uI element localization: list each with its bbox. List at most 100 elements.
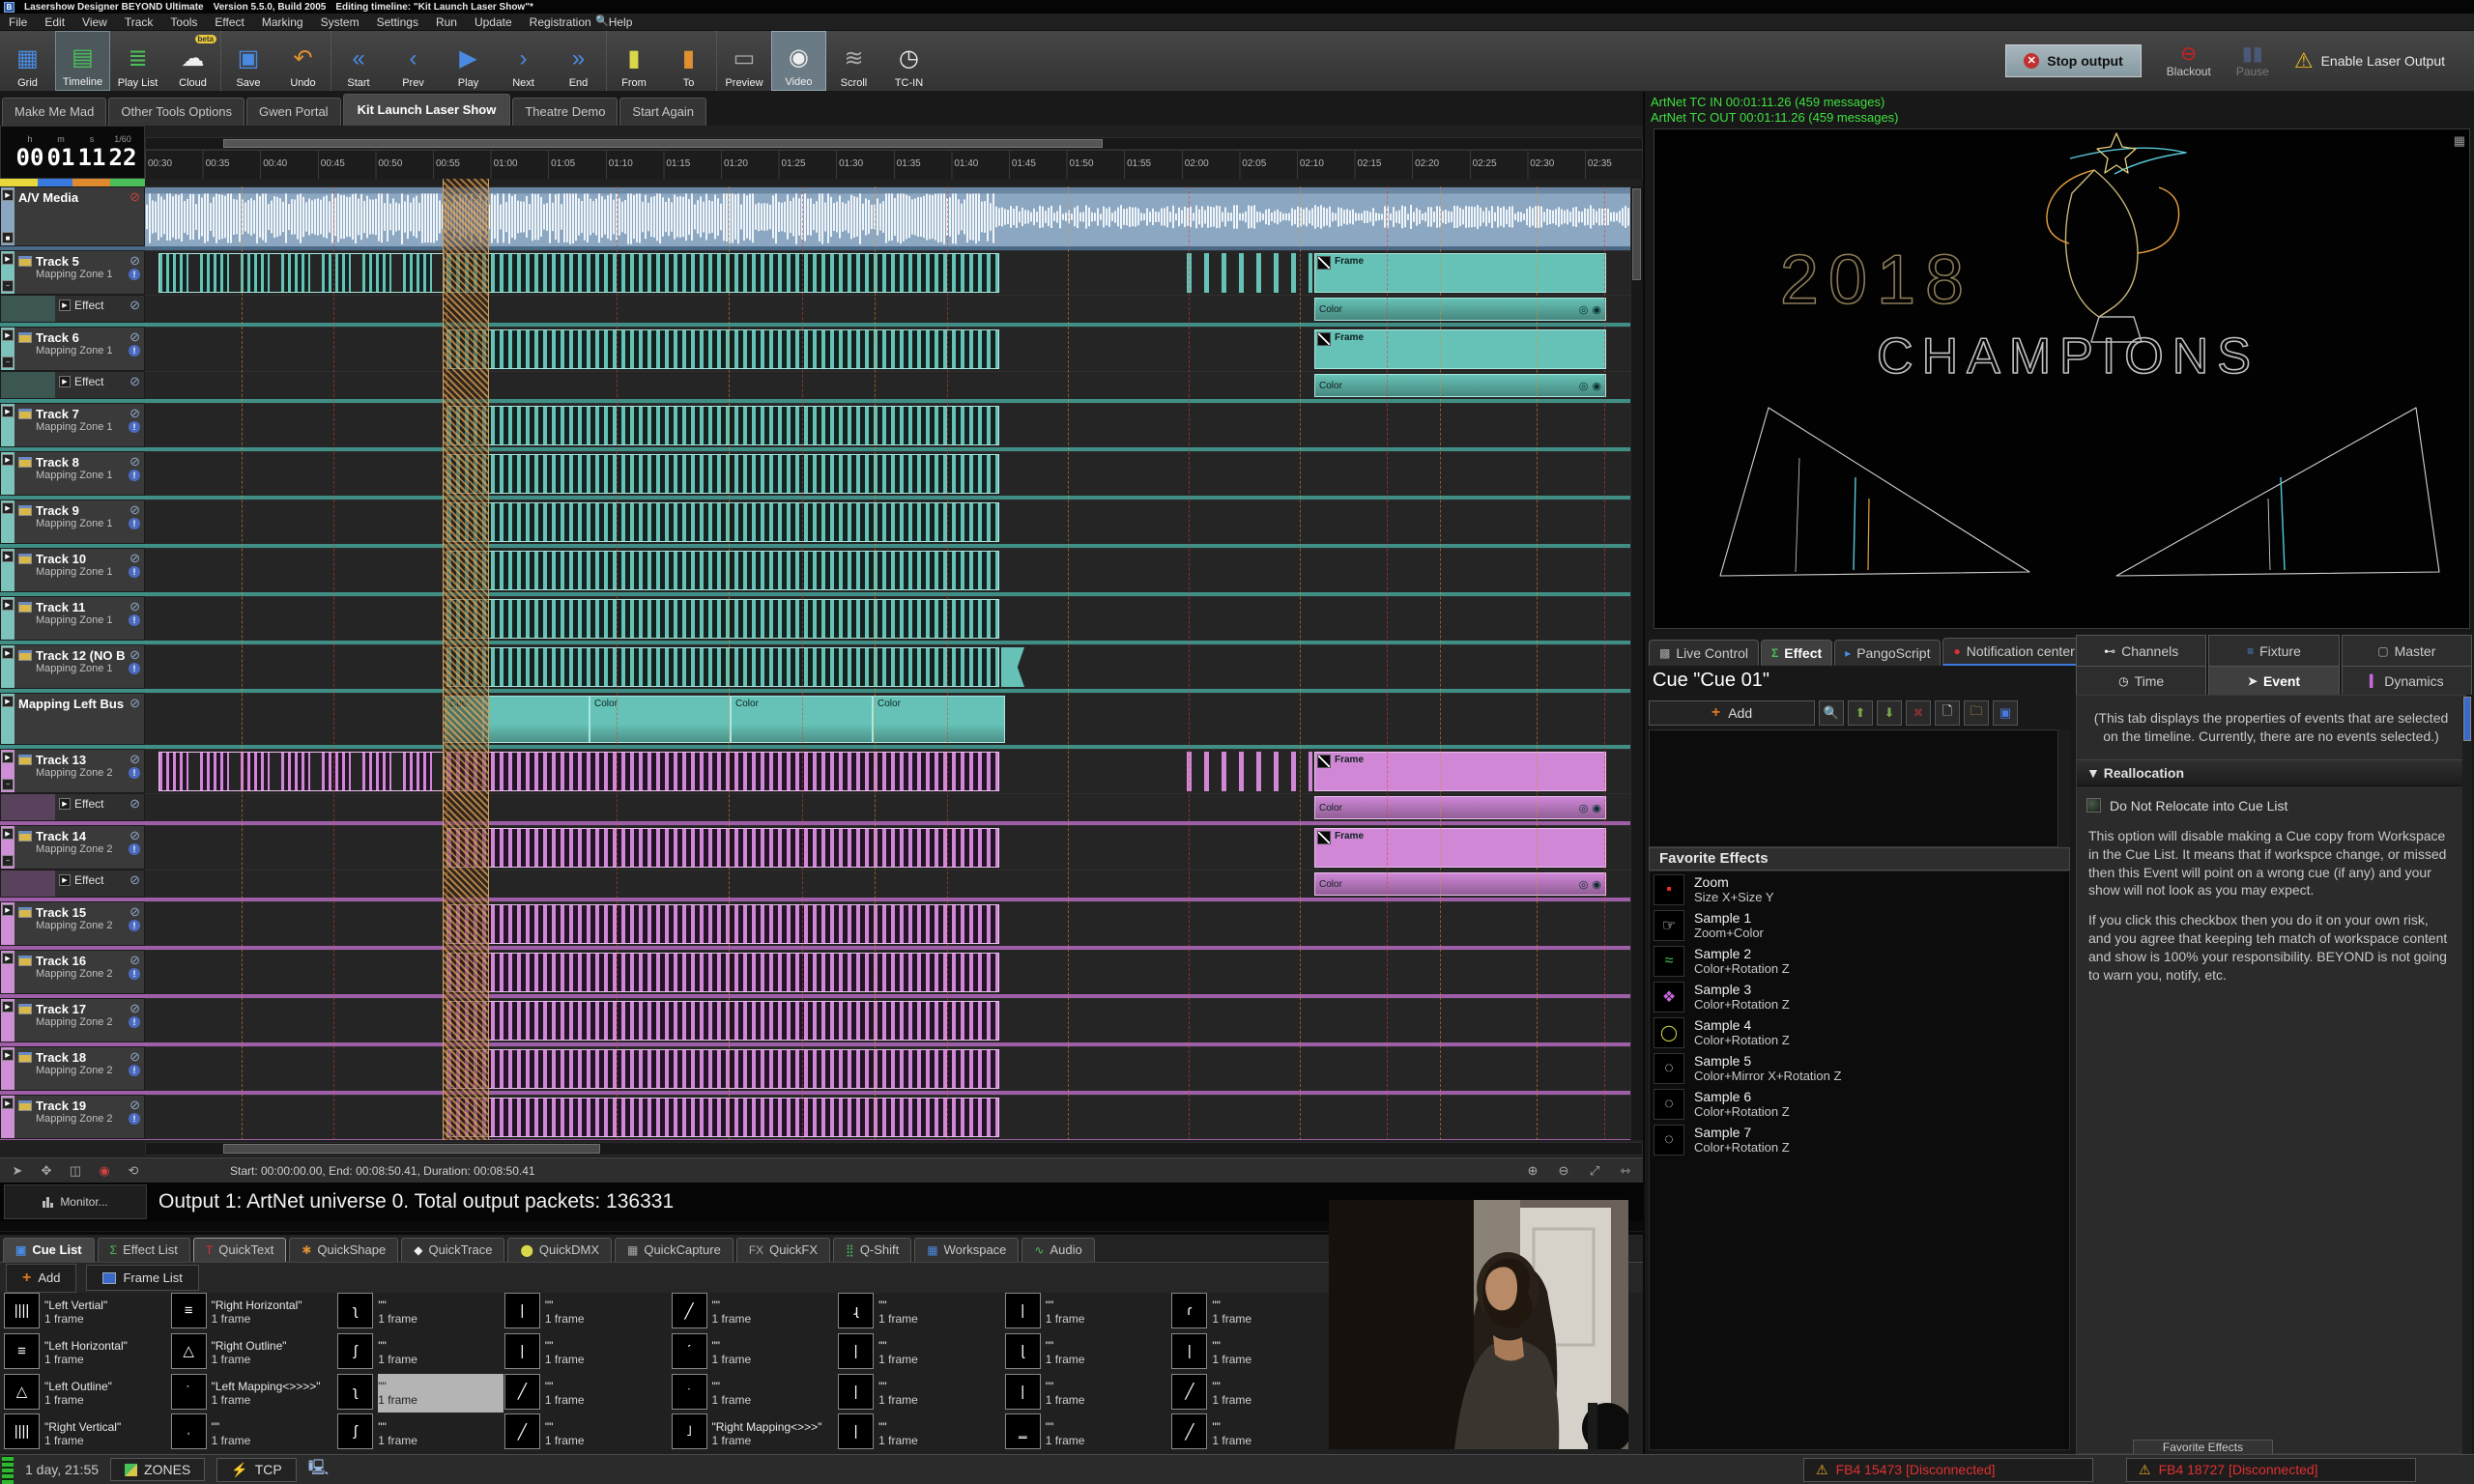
cue-cell[interactable]: ɾ "" 1 frame — [1171, 1293, 1338, 1332]
bus-clip[interactable]: Color — [590, 696, 731, 743]
toolbar-button[interactable]: ▶ Play — [441, 31, 496, 91]
event-panel-scrollbar[interactable] — [2462, 697, 2472, 1454]
effect-list-scrollbar[interactable] — [2058, 729, 2070, 847]
clip-sparse[interactable] — [1187, 253, 1312, 293]
clip-striped[interactable] — [446, 502, 999, 542]
menu-item[interactable]: Track — [116, 15, 162, 29]
timeline-top-scrollbar[interactable] — [145, 137, 1643, 150]
cue-cell[interactable]: ˩ "Right Mapping<>>>" 1 frame — [672, 1413, 838, 1453]
track-header[interactable]: ▶ − ■ ▶ Effect ⊘ ! — [0, 295, 145, 323]
frame-list-button[interactable]: Frame List — [86, 1265, 198, 1291]
cursor-tool-icon[interactable]: ➤ — [8, 1163, 27, 1179]
magnet-tool-icon[interactable]: ◫ — [66, 1163, 85, 1179]
zoom-fit-icon[interactable]: ⤢ — [1585, 1163, 1604, 1179]
track-disable-icon[interactable]: ⊘ — [129, 953, 140, 968]
zone-info-icon[interactable]: ! — [129, 421, 140, 433]
track-lane[interactable]: Frame Color ◎ ◉ Cue.. Color Color Color — [145, 693, 1643, 745]
track-header[interactable]: ▶ − ■ ▶ Track 9 ⊘ Mapping Zone 1 — [0, 499, 145, 544]
new-file-icon[interactable]: 🗋 — [1935, 700, 1960, 726]
search-icon[interactable]: 🔍 — [1819, 700, 1844, 726]
effect-expand-icon[interactable]: ▶ — [59, 376, 71, 387]
cue-cell[interactable]: ╱ "" 1 frame — [1171, 1413, 1338, 1453]
open-folder-icon[interactable]: 🗀 — [1964, 700, 1989, 726]
effect-expand-icon[interactable]: ▶ — [59, 798, 71, 810]
scrollbar-thumb[interactable] — [223, 1144, 600, 1154]
track-lane[interactable]: Frame Color ◎ ◉ Cue.. Color Color Color — [145, 870, 1643, 898]
clip-group-left[interactable] — [158, 752, 445, 791]
track-disable-icon[interactable]: ⊘ — [129, 374, 140, 389]
cue-cell[interactable]: | "" 1 frame — [504, 1293, 671, 1332]
menu-item[interactable]: Settings — [368, 15, 427, 29]
display-icon[interactable]: 🖳 — [308, 1457, 329, 1483]
cue-cell[interactable]: ╱ "" 1 frame — [504, 1413, 671, 1453]
track-disable-icon[interactable]: ⊘ — [129, 647, 140, 663]
zones-button[interactable]: ZONES — [110, 1458, 205, 1481]
move-down-icon[interactable]: ⬇ — [1877, 700, 1902, 726]
track-header[interactable]: ▶ − ■ ▶ Track 19 ⊘ Mapping Zone 2 — [0, 1095, 145, 1139]
clip-color-effect[interactable]: Color ◎ ◉ — [1314, 796, 1606, 819]
track-header[interactable]: ▶ − ■ ▶ Track 13 ⊘ Mapping Zone 2 — [0, 749, 145, 793]
cue-cell[interactable]: ╱ "" 1 frame — [672, 1293, 838, 1332]
cue-cell[interactable]: ╱ "" 1 frame — [504, 1374, 671, 1413]
favorite-effect-item[interactable]: ❖ Sample 3 Color+Rotation Z — [1650, 979, 2069, 1014]
favorite-effect-item[interactable]: ◌ Sample 7 Color+Rotation Z — [1650, 1122, 2069, 1157]
cue-cell[interactable]: ≡ "Left Horizontal" 1 frame — [4, 1333, 170, 1373]
timeline-tab[interactable]: Theatre Demo — [512, 98, 618, 126]
menu-item[interactable]: Marking — [253, 15, 312, 29]
track-lane[interactable]: Frame Color ◎ ◉ Cue.. Color Color Color — [145, 901, 1643, 946]
cue-cell[interactable]: ʅ "" 1 frame — [337, 1293, 503, 1332]
cue-cell[interactable]: ʅ "" 1 frame — [337, 1374, 503, 1413]
bottom-tab[interactable]: T QuickText — [193, 1238, 286, 1262]
track-header[interactable]: ▶ − ■ ▶ Track 11 ⊘ Mapping Zone 1 — [0, 596, 145, 641]
panel-tab[interactable]: ▢ Master — [2342, 635, 2472, 666]
track-header[interactable]: ▶ − ■ ▶ Effect ⊘ ! — [0, 793, 145, 821]
toolbar-button[interactable]: ☁ beta Cloud — [165, 31, 220, 91]
panel-tab[interactable]: ◷ Time — [2076, 666, 2206, 695]
scrollbar-thumb[interactable] — [2463, 697, 2471, 741]
track-disable-icon[interactable]: ⊘ — [129, 502, 140, 518]
panel-tab[interactable]: ● Notification center — [1942, 638, 2085, 666]
track-lane[interactable]: Frame Color ◎ ◉ Cue.. Color Color Color — [145, 186, 1643, 246]
do-not-relocate-checkbox[interactable]: Do Not Relocate into Cue List — [2077, 786, 2465, 817]
track-header[interactable]: ▶ − ■ ▶ Track 16 ⊘ Mapping Zone 2 — [0, 950, 145, 994]
panel-tab[interactable]: Σ Effect — [1761, 640, 1832, 666]
panel-tab[interactable]: ▩ Live Control — [1649, 640, 1759, 666]
track-lane[interactable]: Frame Color ◎ ◉ Cue.. Color Color Color — [145, 749, 1643, 793]
toolbar-button[interactable]: ◷ TC-IN — [881, 31, 936, 91]
zoom-out-icon[interactable]: ⊖ — [1554, 1163, 1573, 1179]
track-disable-icon[interactable]: ⊘ — [129, 1098, 140, 1113]
bottom-tab[interactable]: ✱ QuickShape — [289, 1238, 398, 1262]
toolbar-button[interactable]: ↶ Undo — [275, 31, 331, 91]
scrollbar-thumb[interactable] — [223, 139, 1103, 148]
track-header[interactable]: ▶ − ■ ▶ Track 7 ⊘ Mapping Zone 1 — [0, 403, 145, 447]
zone-info-icon[interactable]: ! — [129, 663, 140, 674]
zone-info-icon[interactable]: ! — [129, 920, 140, 931]
track-collapse-button[interactable]: − — [2, 779, 14, 790]
track-header[interactable]: ▶ − ■ ▶ Track 10 ⊘ Mapping Zone 1 — [0, 548, 145, 592]
cue-cell[interactable]: | "" 1 frame — [838, 1333, 1004, 1373]
clip-striped[interactable] — [446, 904, 999, 944]
track-collapse-button[interactable]: − — [2, 357, 14, 368]
track-disable-icon[interactable]: ⊘ — [129, 298, 140, 313]
track-expand-button[interactable]: ▶ — [2, 189, 14, 201]
effect-toggle-icon[interactable]: ◉ — [1592, 802, 1601, 814]
cue-cell[interactable]: ˙ "Left Mapping<>>>>" 1 frame — [171, 1374, 337, 1413]
bottom-tab[interactable]: ▣ Cue List — [3, 1238, 95, 1262]
cue-cell[interactable]: △ "Left Outline" 1 frame — [4, 1374, 170, 1413]
bottom-tab[interactable]: Σ Effect List — [98, 1238, 190, 1262]
clip-striped[interactable] — [446, 599, 999, 639]
clip-striped[interactable] — [446, 1001, 999, 1041]
track-disable-icon[interactable]: ⊘ — [129, 1001, 140, 1016]
zone-info-icon[interactable]: ! — [129, 1065, 140, 1076]
clip-striped[interactable] — [446, 454, 999, 494]
clip-striped[interactable] — [446, 406, 999, 445]
track-expand-button[interactable]: ▶ — [2, 904, 14, 916]
track-header[interactable]: ▶ − ■ ▶ Mapping Left Bus ⊘ ! — [0, 693, 145, 745]
zone-info-icon[interactable]: ! — [129, 767, 140, 779]
track-expand-button[interactable]: ▶ — [2, 696, 14, 707]
effect-toggle-icon[interactable]: ◉ — [1592, 878, 1601, 891]
cue-cell[interactable]: ɭ "" 1 frame — [1005, 1333, 1171, 1373]
track-disable-icon[interactable]: ⊘ — [129, 406, 140, 421]
bottom-tab[interactable]: FX QuickFX — [736, 1238, 830, 1262]
clip-color-effect[interactable]: Color ◎ ◉ — [1314, 298, 1606, 321]
